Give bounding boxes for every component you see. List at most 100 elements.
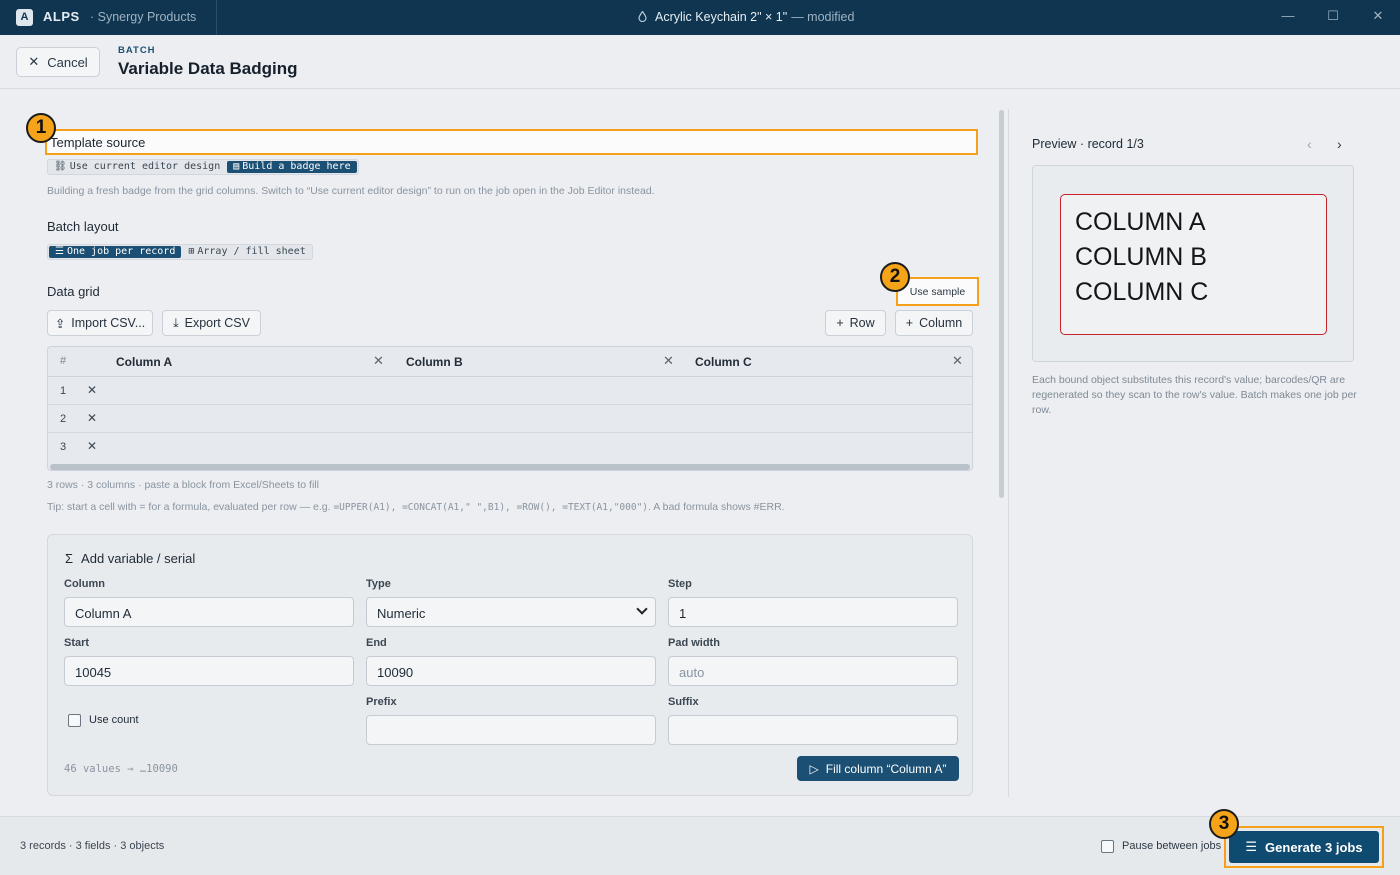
workspace-name: · Synergy Products [90,10,197,24]
plus-icon: + [905,316,914,330]
form-scrollbar[interactable] [999,110,1004,498]
template-source-label: Template source [45,129,978,155]
preview-note: Each bound object substitutes this recor… [1032,374,1357,416]
use-count-label: Use count [89,714,139,726]
title-bar: A ALPS · Synergy Products Acrylic Keycha… [0,0,1400,35]
formula-tip: Tip: start a cell with = for a formula, … [47,501,785,513]
checklist-icon: ☰ [55,246,64,257]
delete-row-icon[interactable]: ✕ [87,383,97,397]
drop-icon [638,11,647,22]
prefix-field-label: Prefix [366,696,397,708]
close-icon: ✕ [28,54,40,69]
column-header-b[interactable]: Column B [406,355,463,369]
sigma-icon: Σ [65,551,74,566]
use-count-checkbox[interactable] [68,714,81,727]
variable-card-title: Σ Add variable / serial [65,551,196,566]
suffix-input[interactable] [668,715,958,745]
preview-canvas: COLUMN A COLUMN B COLUMN C [1032,165,1354,362]
use-current-design-option[interactable]: ⛓ Use current editor design [48,160,226,174]
minimize-icon[interactable]: — [1281,9,1295,23]
page-title: Variable Data Badging [118,59,298,78]
row-number: 1 [60,385,67,397]
badge-preview: COLUMN A COLUMN B COLUMN C [1060,194,1327,335]
add-row-button[interactable]: + Row [825,310,886,336]
modified-indicator: — modified [791,10,855,24]
pause-between-jobs-label: Pause between jobs [1122,840,1222,852]
cancel-button[interactable]: ✕ Cancel [16,47,100,77]
page-header: ✕ Cancel BATCH Variable Data Badging [0,35,1400,89]
export-csv-button[interactable]: ⤓ Export CSV [162,310,261,336]
pause-between-jobs-checkbox[interactable] [1101,840,1114,853]
grid-icon: ⊞ [188,246,195,257]
checklist-icon: ☰ [1245,839,1258,854]
unlink-icon: ⛓ [54,161,67,172]
values-summary: 46 values → …10090 [64,763,178,775]
download-icon: ⤓ [173,315,179,330]
page-kicker: BATCH [118,45,156,56]
grid-horizontal-scrollbar[interactable] [50,464,970,470]
table-row[interactable]: 3 ✕ [48,433,972,461]
badge-line: COLUMN B [1075,243,1207,271]
app-logo: A [16,9,33,26]
maximize-icon[interactable]: ☐ [1326,9,1340,23]
upload-icon: ⇪ [54,316,66,331]
delete-row-icon[interactable]: ✕ [87,439,97,453]
title-divider [216,0,217,35]
column-header-c[interactable]: Column C [695,355,752,369]
play-icon: ▷ [809,761,819,776]
badge-line: COLUMN A [1075,208,1206,236]
callout-marker-1: 1 [26,113,56,143]
row-number: 3 [60,441,67,453]
template-source-hint: Building a fresh badge from the grid col… [47,185,655,197]
start-input[interactable]: 10045 [64,656,354,686]
next-record-icon[interactable]: › [1337,136,1342,152]
grid-summary: 3 rows · 3 columns · paste a block from … [47,479,319,491]
generate-highlight: ☰ Generate 3 jobs [1224,826,1384,868]
one-job-per-record-option[interactable]: ☰ One job per record [49,246,182,258]
column-field-label: Column [64,578,105,590]
table-row[interactable]: 2 ✕ [48,405,972,433]
callout-marker-3: 3 [1209,809,1239,839]
grid-header: # Column A ✕ Column B ✕ Column C ✕ [48,347,972,377]
type-select[interactable]: Numeric [366,597,656,627]
end-input[interactable]: 10090 [366,656,656,686]
step-field-label: Step [668,578,692,590]
generate-jobs-button[interactable]: ☰ Generate 3 jobs [1229,831,1379,863]
column-header-a[interactable]: Column A [116,355,172,369]
table-row[interactable]: 1 ✕ [48,377,972,405]
remove-column-icon[interactable]: ✕ [952,353,963,369]
step-input[interactable]: 1 [668,597,958,627]
pad-width-input[interactable]: auto [668,656,958,686]
import-csv-button[interactable]: ⇪ Import CSV... [47,310,153,336]
start-field-label: Start [64,637,90,649]
suffix-field-label: Suffix [668,696,699,708]
remove-column-icon[interactable]: ✕ [663,353,674,369]
fill-column-button[interactable]: ▷ Fill column “Column A” [797,756,959,781]
data-grid-label: Data grid [47,284,100,299]
badge-line: COLUMN C [1075,278,1209,306]
delete-row-icon[interactable]: ✕ [87,411,97,425]
document-name: Acrylic Keychain 2" × 1" [655,10,788,24]
chevron-down-icon [636,603,648,615]
array-fill-sheet-option[interactable]: ⊞ Array / fill sheet [182,245,311,259]
row-number: 2 [60,413,67,425]
data-grid: # Column A ✕ Column B ✕ Column C ✕ 1 ✕ 2… [47,346,973,471]
row-number-header: # [60,355,67,367]
close-window-icon[interactable]: ✕ [1371,9,1385,23]
layout-icon: ▤ [233,161,240,172]
prefix-input[interactable] [366,715,656,745]
previous-record-icon[interactable]: ‹ [1307,136,1312,152]
batch-layout-label: Batch layout [47,219,119,234]
column-input[interactable]: Column A [64,597,354,627]
preview-panel: Preview · record 1/3 ‹ › COLUMN A COLUMN… [1008,109,1400,797]
app-name: ALPS [43,9,80,24]
add-column-button[interactable]: + Column [895,310,973,336]
pad-width-field-label: Pad width [668,637,720,649]
preview-title: Preview · record 1/3 [1032,137,1144,151]
remove-column-icon[interactable]: ✕ [373,353,384,369]
document-title: Acrylic Keychain 2" × 1" — modified [638,10,854,24]
variable-serial-card: Σ Add variable / serial Column Column A … [47,534,973,796]
build-badge-option[interactable]: ▤ Build a badge here [227,161,357,173]
footer-bar: 3 records · 3 fields · 3 objects Pause b… [0,816,1400,875]
type-field-label: Type [366,578,391,590]
